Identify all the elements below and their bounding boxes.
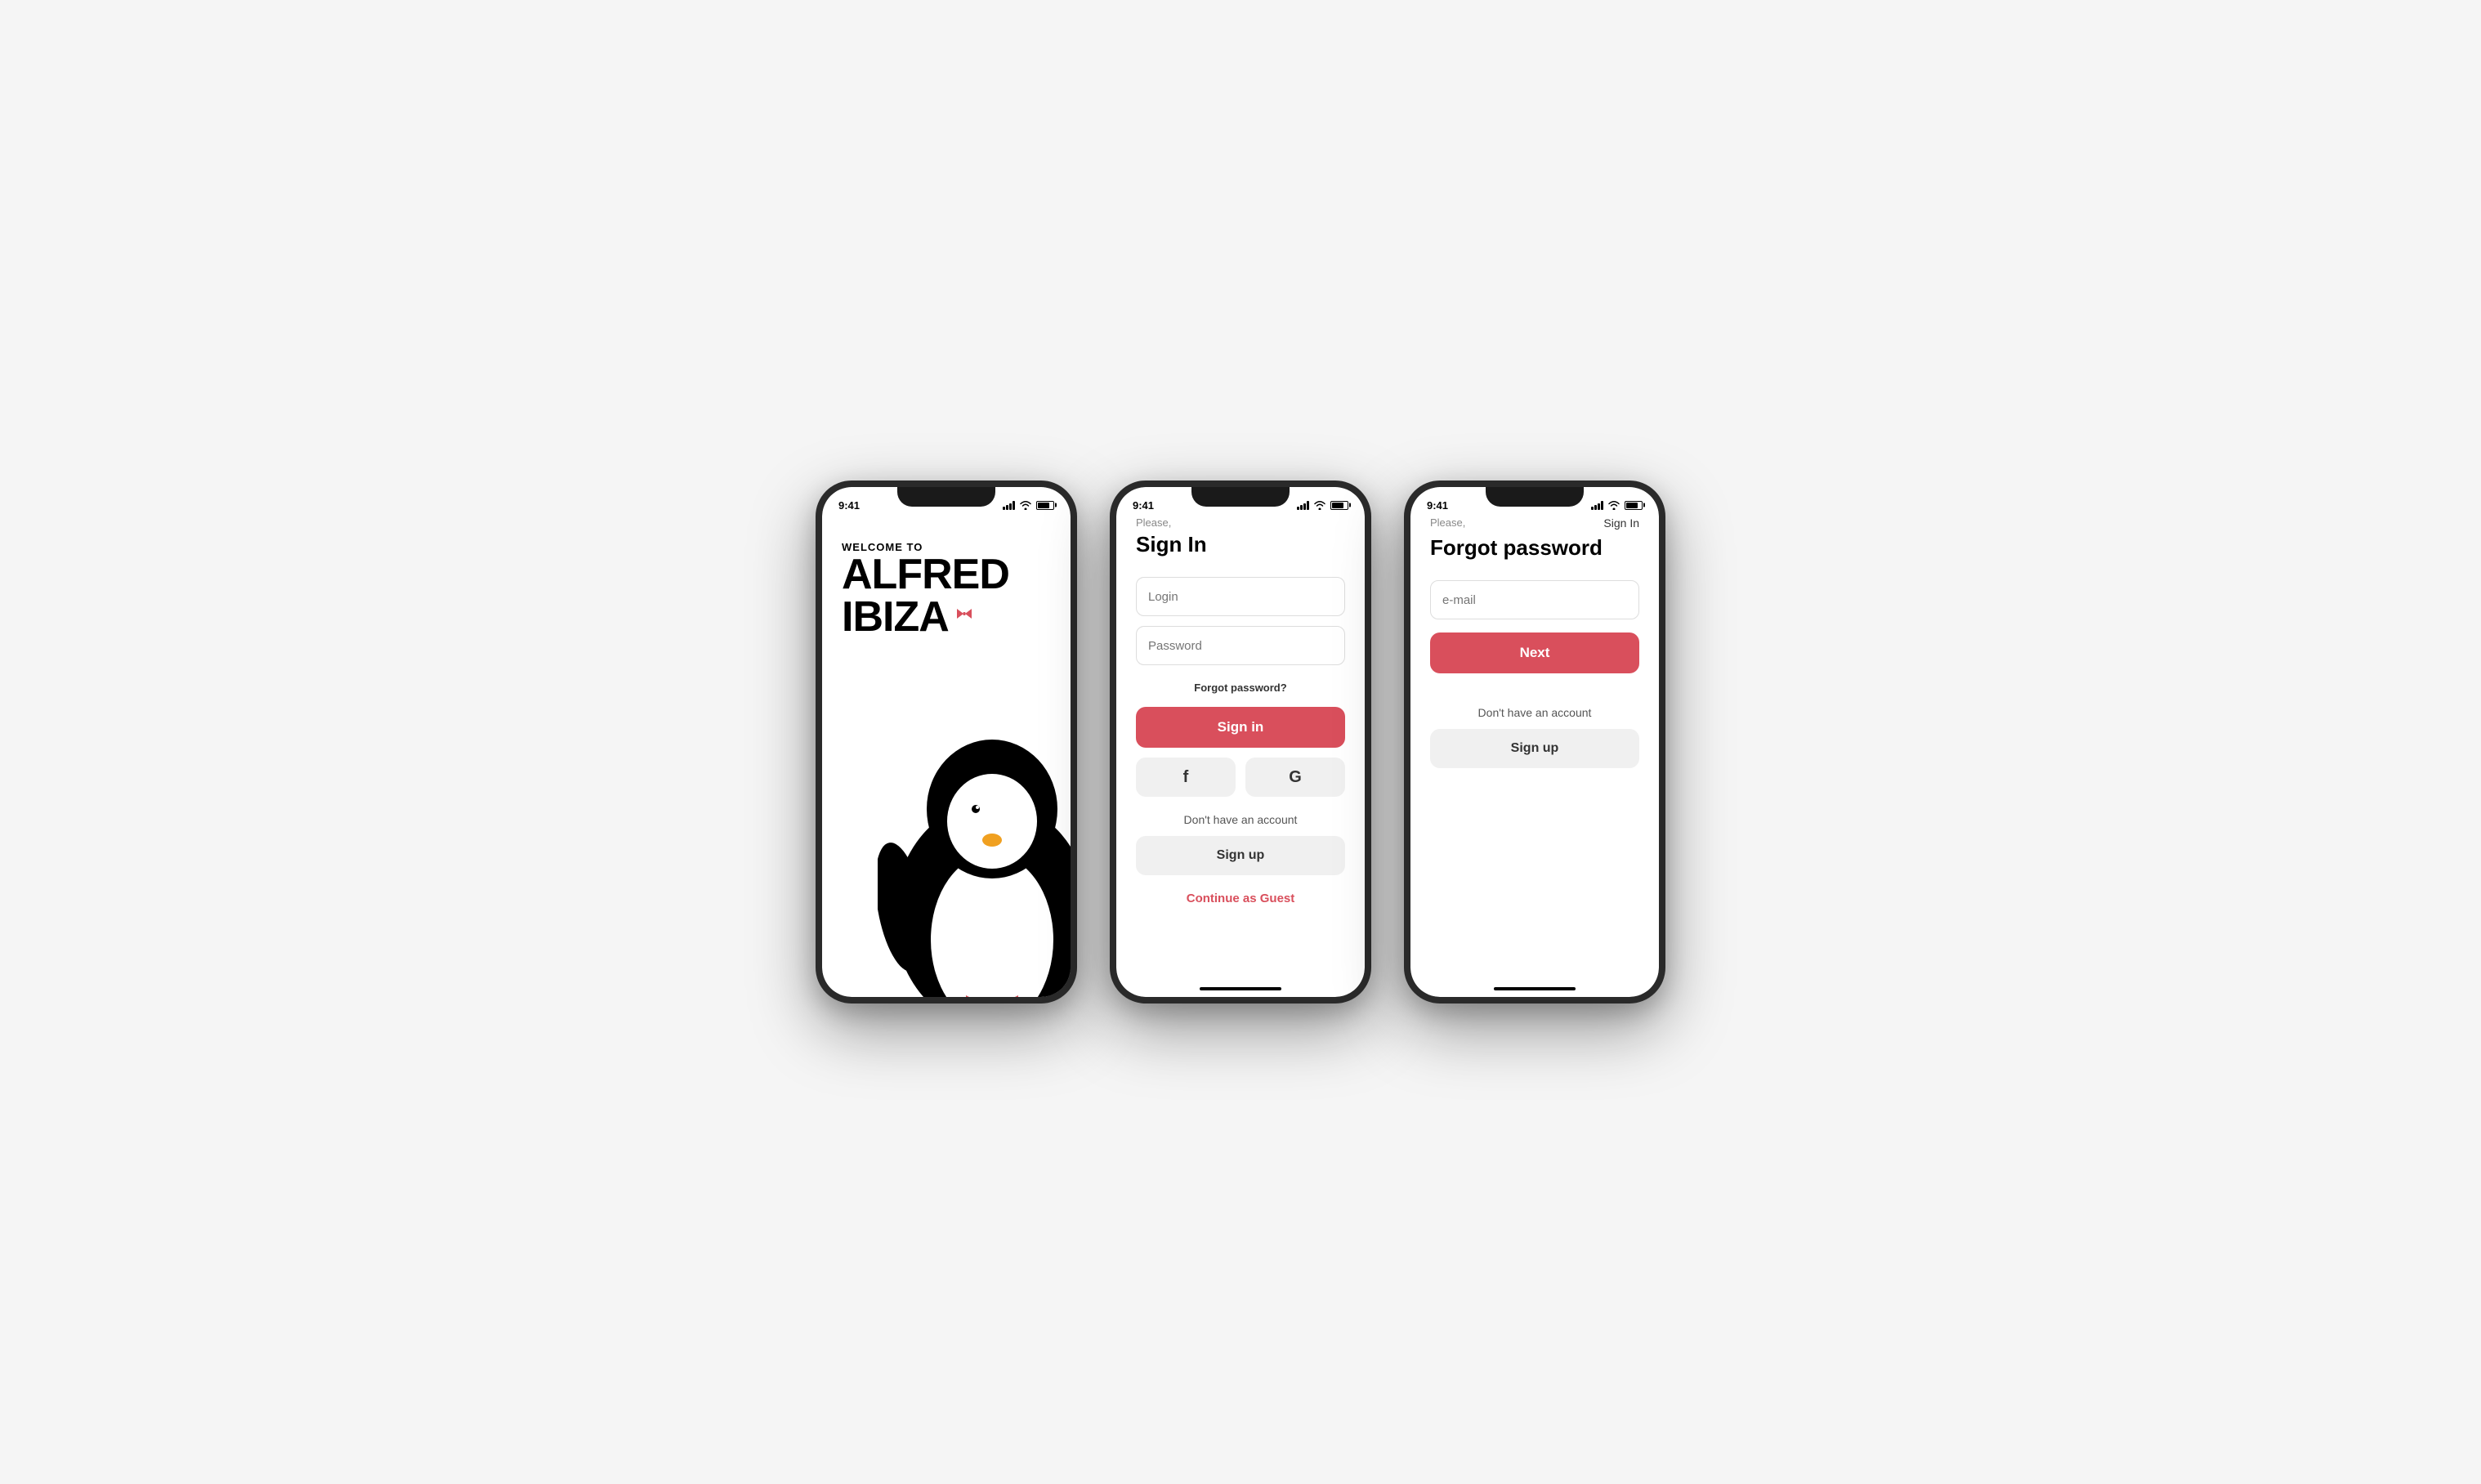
dont-have-account-2: Don't have an account: [1136, 813, 1345, 826]
welcome-content: WELCOME TO ALFRED IBIZA: [822, 516, 1071, 997]
next-button[interactable]: Next: [1430, 632, 1639, 673]
signal-icon-1: [1003, 501, 1015, 510]
phone-welcome: 9:41: [816, 481, 1077, 1003]
penguin-illustration: [878, 703, 1071, 997]
phone-screen-forgot: 9:41: [1410, 487, 1659, 997]
continue-guest-link[interactable]: Continue as Guest: [1136, 892, 1345, 905]
home-indicator-3: [1410, 987, 1659, 997]
status-time-3: 9:41: [1427, 499, 1448, 512]
wifi-icon-3: [1607, 500, 1620, 510]
notch-3: [1486, 487, 1584, 507]
phone-screen-welcome: 9:41: [822, 487, 1071, 997]
login-input[interactable]: [1136, 577, 1345, 616]
notch-1: [897, 487, 995, 507]
battery-icon-3: [1625, 501, 1643, 510]
power-button-3: [1664, 593, 1665, 642]
phone-signin: 9:41: [1110, 481, 1371, 1003]
social-buttons: f G: [1136, 758, 1345, 797]
wifi-icon-1: [1019, 500, 1032, 510]
signup-button-3[interactable]: Sign up: [1430, 729, 1639, 768]
forgot-header: Please, Sign In: [1410, 516, 1659, 532]
ibiza-label: IBIZA: [842, 596, 1009, 638]
status-icons-1: [1003, 500, 1054, 510]
battery-icon-2: [1330, 501, 1348, 510]
volume-buttons-3: [1404, 608, 1406, 680]
phones-container: 9:41: [816, 481, 1665, 1003]
welcome-screen: 9:41: [822, 487, 1071, 997]
phone-screen-signin: 9:41: [1116, 487, 1365, 997]
volume-buttons-2: [1110, 608, 1111, 680]
signup-button-2[interactable]: Sign up: [1136, 836, 1345, 875]
please-label-2: Please,: [1136, 516, 1345, 529]
penguin-svg: [878, 703, 1071, 997]
signin-title: Sign In: [1136, 532, 1345, 557]
power-button-2: [1370, 593, 1371, 642]
notch-2: [1191, 487, 1290, 507]
google-button[interactable]: G: [1245, 758, 1345, 797]
password-input[interactable]: [1136, 626, 1345, 665]
forgot-title: Forgot password: [1430, 535, 1639, 561]
email-input[interactable]: [1430, 580, 1639, 619]
status-time-2: 9:41: [1133, 499, 1154, 512]
signin-screen: 9:41: [1116, 487, 1365, 997]
signin-content: Please, Sign In Forgot password? Sign in…: [1116, 516, 1365, 987]
forgot-content: Forgot password Next Don't have an accou…: [1410, 535, 1659, 987]
power-button: [1075, 593, 1077, 642]
status-icons-2: [1297, 500, 1348, 510]
signal-icon-3: [1591, 501, 1603, 510]
bowtie-icon-text: [957, 609, 972, 619]
facebook-button[interactable]: f: [1136, 758, 1236, 797]
signin-nav-link[interactable]: Sign In: [1603, 516, 1639, 530]
signin-button[interactable]: Sign in: [1136, 707, 1345, 748]
please-label-3: Please,: [1430, 516, 1465, 529]
alfred-label: ALFRED: [842, 553, 1009, 596]
volume-buttons: [816, 608, 817, 680]
phone-forgot: 9:41: [1404, 481, 1665, 1003]
forgot-screen: 9:41: [1410, 487, 1659, 997]
signal-icon-2: [1297, 501, 1309, 510]
home-indicator-2: [1116, 987, 1365, 997]
status-icons-3: [1591, 500, 1643, 510]
welcome-text: WELCOME TO ALFRED IBIZA: [842, 541, 1009, 638]
status-time-1: 9:41: [838, 499, 860, 512]
wifi-icon-2: [1313, 500, 1326, 510]
battery-icon-1: [1036, 501, 1054, 510]
forgot-password-link[interactable]: Forgot password?: [1136, 682, 1345, 694]
dont-have-account-3: Don't have an account: [1430, 706, 1639, 719]
